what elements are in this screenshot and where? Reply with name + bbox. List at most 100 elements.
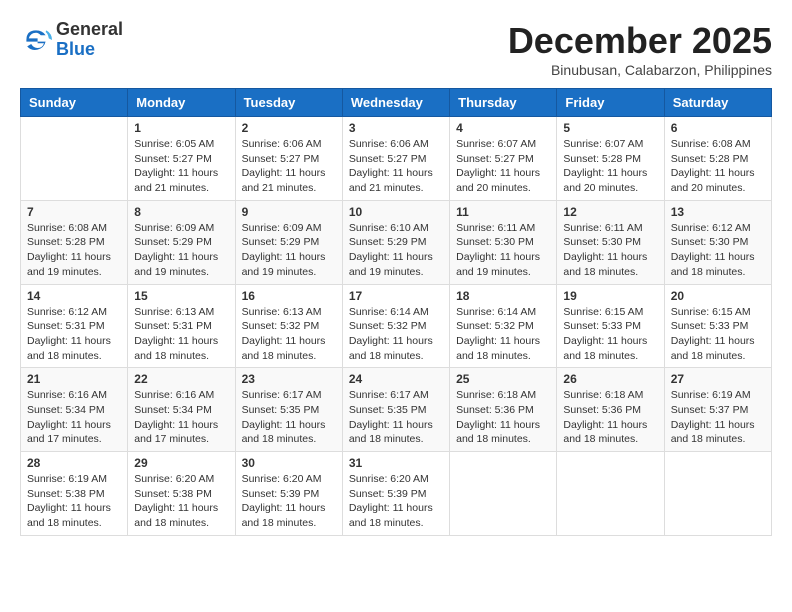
- sunrise-text: Sunrise: 6:18 AM: [456, 388, 550, 403]
- day-header-wednesday: Wednesday: [342, 89, 449, 117]
- sunset-text: Sunset: 5:29 PM: [349, 235, 443, 250]
- sunrise-text: Sunrise: 6:19 AM: [27, 472, 121, 487]
- day-header-sunday: Sunday: [21, 89, 128, 117]
- logo-icon: [20, 24, 52, 56]
- daylight-text: Daylight: 11 hours and 18 minutes.: [456, 418, 550, 447]
- sunrise-text: Sunrise: 6:20 AM: [349, 472, 443, 487]
- day-number: 26: [563, 372, 657, 386]
- day-info: Sunrise: 6:17 AMSunset: 5:35 PMDaylight:…: [242, 388, 336, 447]
- sunrise-text: Sunrise: 6:10 AM: [349, 221, 443, 236]
- daylight-text: Daylight: 11 hours and 18 minutes.: [242, 501, 336, 530]
- daylight-text: Daylight: 11 hours and 18 minutes.: [134, 501, 228, 530]
- sunrise-text: Sunrise: 6:13 AM: [134, 305, 228, 320]
- day-info: Sunrise: 6:07 AMSunset: 5:28 PMDaylight:…: [563, 137, 657, 196]
- day-info: Sunrise: 6:16 AMSunset: 5:34 PMDaylight:…: [27, 388, 121, 447]
- day-header-tuesday: Tuesday: [235, 89, 342, 117]
- daylight-text: Daylight: 11 hours and 18 minutes.: [242, 418, 336, 447]
- calendar-cell: [21, 117, 128, 201]
- sunset-text: Sunset: 5:32 PM: [349, 319, 443, 334]
- day-info: Sunrise: 6:06 AMSunset: 5:27 PMDaylight:…: [349, 137, 443, 196]
- sunset-text: Sunset: 5:32 PM: [456, 319, 550, 334]
- calendar-cell: 1 Sunrise: 6:05 AMSunset: 5:27 PMDaylight…: [128, 117, 235, 201]
- sunrise-text: Sunrise: 6:11 AM: [456, 221, 550, 236]
- day-header-monday: Monday: [128, 89, 235, 117]
- day-number: 1: [134, 121, 228, 135]
- calendar-cell: [664, 452, 771, 536]
- sunset-text: Sunset: 5:29 PM: [134, 235, 228, 250]
- daylight-text: Daylight: 11 hours and 18 minutes.: [349, 334, 443, 363]
- day-info: Sunrise: 6:20 AMSunset: 5:38 PMDaylight:…: [134, 472, 228, 531]
- day-info: Sunrise: 6:19 AMSunset: 5:38 PMDaylight:…: [27, 472, 121, 531]
- sunset-text: Sunset: 5:28 PM: [27, 235, 121, 250]
- sunrise-text: Sunrise: 6:09 AM: [134, 221, 228, 236]
- calendar-cell: 21 Sunrise: 6:16 AMSunset: 5:34 PMDayligh…: [21, 368, 128, 452]
- sunrise-text: Sunrise: 6:19 AM: [671, 388, 765, 403]
- day-number: 11: [456, 205, 550, 219]
- day-info: Sunrise: 6:05 AMSunset: 5:27 PMDaylight:…: [134, 137, 228, 196]
- day-info: Sunrise: 6:17 AMSunset: 5:35 PMDaylight:…: [349, 388, 443, 447]
- daylight-text: Daylight: 11 hours and 17 minutes.: [134, 418, 228, 447]
- day-number: 8: [134, 205, 228, 219]
- title-area: December 2025 Binubusan, Calabarzon, Phi…: [508, 20, 772, 78]
- sunset-text: Sunset: 5:39 PM: [242, 487, 336, 502]
- calendar-cell: 12Sunrise: 6:11 AMSunset: 5:30 PMDayligh…: [557, 200, 664, 284]
- daylight-text: Daylight: 11 hours and 19 minutes.: [134, 250, 228, 279]
- calendar-cell: 10Sunrise: 6:10 AMSunset: 5:29 PMDayligh…: [342, 200, 449, 284]
- calendar-cell: 5Sunrise: 6:07 AMSunset: 5:28 PMDaylight…: [557, 117, 664, 201]
- sunset-text: Sunset: 5:37 PM: [671, 403, 765, 418]
- daylight-text: Daylight: 11 hours and 19 minutes.: [242, 250, 336, 279]
- day-info: Sunrise: 6:07 AMSunset: 5:27 PMDaylight:…: [456, 137, 550, 196]
- calendar-cell: 29Sunrise: 6:20 AMSunset: 5:38 PMDayligh…: [128, 452, 235, 536]
- day-number: 21: [27, 372, 121, 386]
- calendar-cell: 11Sunrise: 6:11 AMSunset: 5:30 PMDayligh…: [450, 200, 557, 284]
- calendar-cell: 23 Sunrise: 6:17 AMSunset: 5:35 PMDayligh…: [235, 368, 342, 452]
- daylight-text: Daylight: 11 hours and 19 minutes.: [27, 250, 121, 279]
- daylight-text: Daylight: 11 hours and 18 minutes.: [456, 334, 550, 363]
- sunset-text: Sunset: 5:30 PM: [456, 235, 550, 250]
- sunrise-text: Sunrise: 6:16 AM: [134, 388, 228, 403]
- daylight-text: Daylight: 11 hours and 21 minutes.: [134, 166, 228, 195]
- day-number: 3: [349, 121, 443, 135]
- sunset-text: Sunset: 5:27 PM: [242, 152, 336, 167]
- sunset-text: Sunset: 5:39 PM: [349, 487, 443, 502]
- daylight-text: Daylight: 11 hours and 18 minutes.: [349, 501, 443, 530]
- daylight-text: Daylight: 11 hours and 18 minutes.: [671, 418, 765, 447]
- daylight-text: Daylight: 11 hours and 18 minutes.: [27, 501, 121, 530]
- calendar-week-row: 28Sunrise: 6:19 AMSunset: 5:38 PMDayligh…: [21, 452, 772, 536]
- sunset-text: Sunset: 5:30 PM: [671, 235, 765, 250]
- daylight-text: Daylight: 11 hours and 18 minutes.: [27, 334, 121, 363]
- day-number: 9: [242, 205, 336, 219]
- daylight-text: Daylight: 11 hours and 18 minutes.: [563, 250, 657, 279]
- day-number: 13: [671, 205, 765, 219]
- day-info: Sunrise: 6:19 AMSunset: 5:37 PMDaylight:…: [671, 388, 765, 447]
- calendar-cell: 6Sunrise: 6:08 AMSunset: 5:28 PMDaylight…: [664, 117, 771, 201]
- calendar-cell: 19Sunrise: 6:15 AMSunset: 5:33 PMDayligh…: [557, 284, 664, 368]
- calendar-cell: 14Sunrise: 6:12 AMSunset: 5:31 PMDayligh…: [21, 284, 128, 368]
- sunrise-text: Sunrise: 6:06 AM: [242, 137, 336, 152]
- sunset-text: Sunset: 5:27 PM: [134, 152, 228, 167]
- calendar-cell: 15Sunrise: 6:13 AMSunset: 5:31 PMDayligh…: [128, 284, 235, 368]
- day-number: 18: [456, 289, 550, 303]
- daylight-text: Daylight: 11 hours and 18 minutes.: [671, 334, 765, 363]
- day-info: Sunrise: 6:20 AMSunset: 5:39 PMDaylight:…: [242, 472, 336, 531]
- calendar-cell: 16Sunrise: 6:13 AMSunset: 5:32 PMDayligh…: [235, 284, 342, 368]
- sunrise-text: Sunrise: 6:12 AM: [27, 305, 121, 320]
- sunset-text: Sunset: 5:27 PM: [349, 152, 443, 167]
- sunrise-text: Sunrise: 6:07 AM: [456, 137, 550, 152]
- day-info: Sunrise: 6:09 AMSunset: 5:29 PMDaylight:…: [242, 221, 336, 280]
- sunrise-text: Sunrise: 6:18 AM: [563, 388, 657, 403]
- day-info: Sunrise: 6:15 AMSunset: 5:33 PMDaylight:…: [671, 305, 765, 364]
- daylight-text: Daylight: 11 hours and 19 minutes.: [349, 250, 443, 279]
- day-info: Sunrise: 6:08 AMSunset: 5:28 PMDaylight:…: [671, 137, 765, 196]
- day-number: 23: [242, 372, 336, 386]
- calendar-cell: [450, 452, 557, 536]
- sunrise-text: Sunrise: 6:17 AM: [242, 388, 336, 403]
- calendar-cell: 13Sunrise: 6:12 AMSunset: 5:30 PMDayligh…: [664, 200, 771, 284]
- day-header-thursday: Thursday: [450, 89, 557, 117]
- sunrise-text: Sunrise: 6:16 AM: [27, 388, 121, 403]
- sunset-text: Sunset: 5:35 PM: [242, 403, 336, 418]
- calendar-week-row: 14Sunrise: 6:12 AMSunset: 5:31 PMDayligh…: [21, 284, 772, 368]
- sunset-text: Sunset: 5:30 PM: [563, 235, 657, 250]
- sunset-text: Sunset: 5:32 PM: [242, 319, 336, 334]
- day-number: 24: [349, 372, 443, 386]
